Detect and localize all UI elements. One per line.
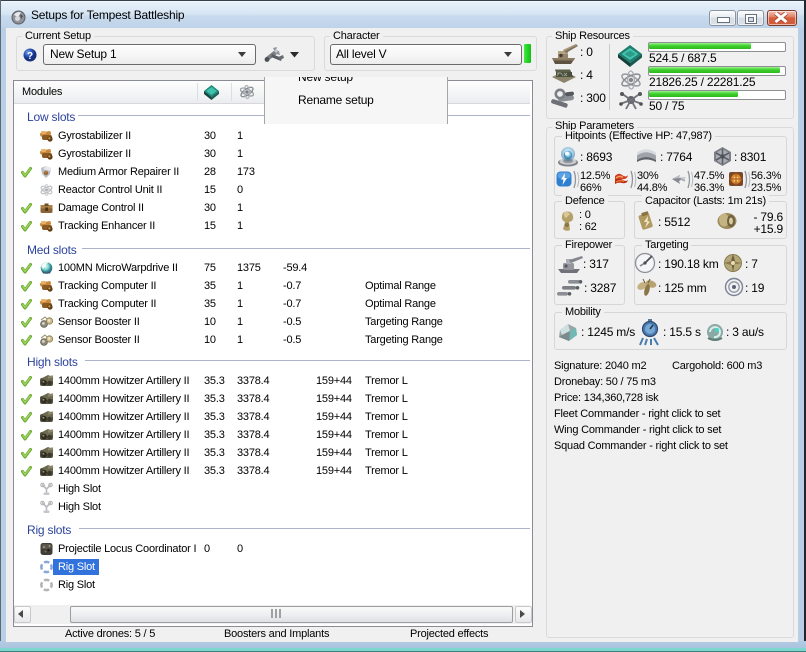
svg-text:?: ? bbox=[27, 51, 33, 62]
